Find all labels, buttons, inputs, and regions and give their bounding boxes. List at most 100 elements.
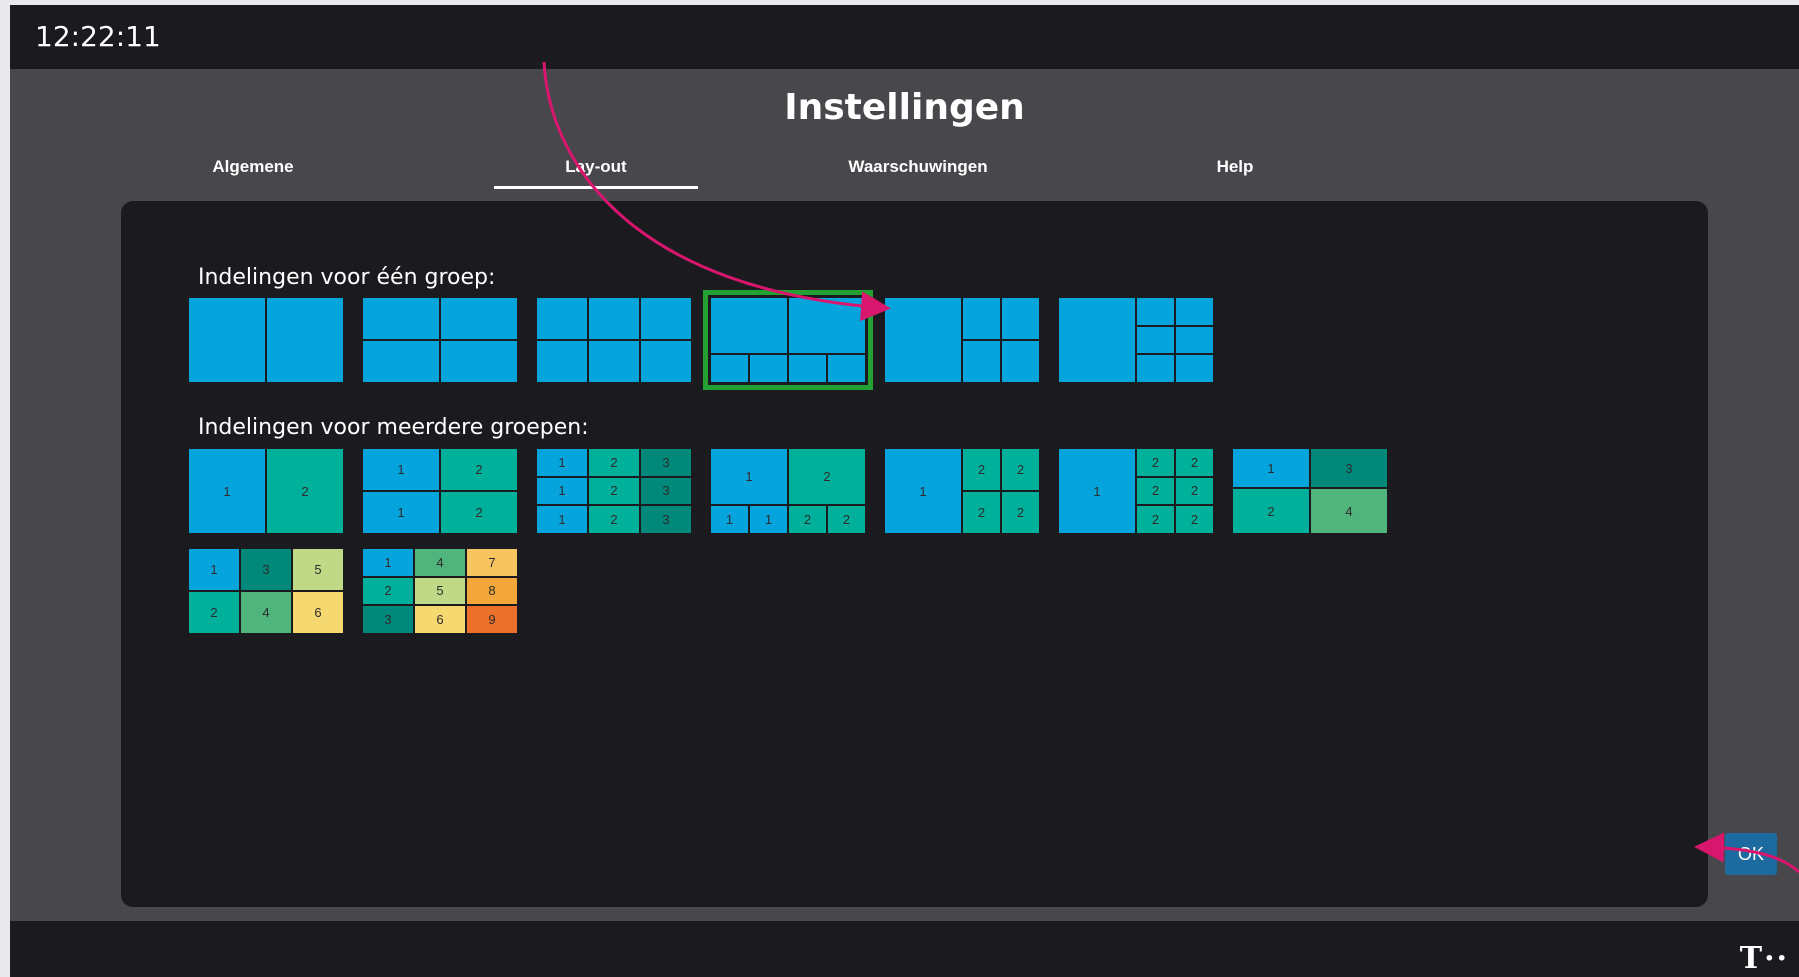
layout-cell: 8 bbox=[467, 577, 517, 605]
tab-lay-out[interactable]: Lay-out bbox=[491, 157, 701, 177]
layout-cell: 2 bbox=[789, 449, 865, 504]
layout-cell bbox=[641, 298, 691, 339]
layout-cell: 1 bbox=[537, 477, 587, 505]
layout-cell: 3 bbox=[641, 449, 691, 476]
single-layout-option-5[interactable] bbox=[885, 298, 1039, 382]
layout-cell bbox=[828, 355, 865, 382]
layout-cell: 2 bbox=[441, 492, 517, 533]
single-layout-option-1[interactable] bbox=[189, 298, 343, 382]
layout-cell bbox=[885, 298, 961, 382]
app-window: 12:22:11 Instellingen Algemene Lay-out W… bbox=[10, 5, 1799, 977]
layout-cell: 9 bbox=[467, 606, 517, 633]
layout-cell: 1 bbox=[1233, 449, 1309, 487]
layout-cell bbox=[1176, 326, 1213, 354]
layout-cell bbox=[189, 298, 265, 382]
single-layout-option-2[interactable] bbox=[363, 298, 517, 382]
layout-cell: 1 bbox=[750, 506, 787, 533]
layout-cell: 5 bbox=[415, 577, 465, 605]
layout-cell bbox=[537, 341, 587, 382]
multi-layout-option-5[interactable]: 12222 bbox=[885, 449, 1039, 533]
layout-cell: 3 bbox=[641, 477, 691, 505]
layout-cell bbox=[1002, 298, 1039, 339]
layout-cell bbox=[363, 298, 439, 339]
tab-waarschuwingen[interactable]: Waarschuwingen bbox=[813, 157, 1023, 177]
layout-cell bbox=[1137, 298, 1174, 325]
layout-cell bbox=[963, 341, 1000, 382]
top-bar: 12:22:11 bbox=[10, 5, 1799, 69]
layout-cell: 2 bbox=[441, 449, 517, 490]
layout-cell bbox=[789, 355, 826, 382]
layout-cell: 2 bbox=[828, 506, 865, 533]
layout-cell: 2 bbox=[189, 592, 239, 633]
tab-help[interactable]: Help bbox=[1130, 157, 1340, 177]
layout-cell bbox=[1137, 326, 1174, 354]
layout-cell bbox=[267, 298, 343, 382]
layout-cell: 2 bbox=[1176, 506, 1213, 533]
layout-cell bbox=[711, 355, 748, 382]
layout-cell: 6 bbox=[293, 592, 343, 633]
layout-cell: 6 bbox=[415, 606, 465, 633]
multi-layout-option-7[interactable]: 1324 bbox=[1233, 449, 1387, 533]
layout-cell: 3 bbox=[241, 549, 291, 590]
layout-cell: 3 bbox=[363, 606, 413, 633]
multi-layout-option-3[interactable]: 111222333 bbox=[537, 449, 691, 533]
layout-cell bbox=[789, 298, 865, 353]
layout-cell: 2 bbox=[1002, 492, 1039, 533]
layout-cell: 2 bbox=[1137, 506, 1174, 533]
multi-layout-option-row2-1[interactable]: 123456 bbox=[189, 549, 343, 633]
layout-cell: 3 bbox=[641, 506, 691, 533]
layout-cell: 1 bbox=[363, 449, 439, 490]
layout-cell: 1 bbox=[537, 506, 587, 533]
multi-layout-option-1[interactable]: 12 bbox=[189, 449, 343, 533]
layout-cell: 7 bbox=[467, 549, 517, 576]
layout-cell bbox=[963, 298, 1000, 339]
layout-cell bbox=[537, 298, 587, 339]
ok-button[interactable]: OK bbox=[1725, 833, 1777, 875]
layout-cell bbox=[750, 355, 787, 382]
single-group-heading: Indelingen voor één groep: bbox=[198, 265, 496, 290]
layout-cell: 2 bbox=[589, 477, 639, 505]
multi-group-heading: Indelingen voor meerdere groepen: bbox=[198, 415, 589, 440]
layout-cell: 2 bbox=[1176, 449, 1213, 476]
bottom-bar: T·· bbox=[10, 921, 1799, 977]
layout-cell: 5 bbox=[293, 549, 343, 590]
single-layout-option-6[interactable] bbox=[1059, 298, 1213, 382]
layout-cell bbox=[641, 341, 691, 382]
layout-cell bbox=[363, 341, 439, 382]
tab-algemene[interactable]: Algemene bbox=[148, 157, 358, 177]
layout-cell: 1 bbox=[537, 449, 587, 476]
layout-cell: 2 bbox=[589, 449, 639, 476]
layout-cell: 2 bbox=[1176, 477, 1213, 505]
layout-cell: 1 bbox=[363, 492, 439, 533]
layout-cell: 2 bbox=[1137, 449, 1174, 476]
layout-cell bbox=[1002, 341, 1039, 382]
multi-layout-option-row2-2[interactable]: 123 456 789 bbox=[363, 549, 517, 633]
layout-cell: 4 bbox=[1311, 489, 1387, 533]
multi-layout-option-4[interactable]: 121122 bbox=[711, 449, 865, 533]
multi-layout-option-6[interactable]: 1222222 bbox=[1059, 449, 1213, 533]
multi-layout-option-2[interactable]: 1122 bbox=[363, 449, 517, 533]
layout-cell: 4 bbox=[415, 549, 465, 576]
layout-cell: 2 bbox=[363, 577, 413, 605]
layout-cell: 1 bbox=[189, 449, 265, 533]
layout-cell: 1 bbox=[1059, 449, 1135, 533]
layout-cell bbox=[589, 341, 639, 382]
layout-cell: 2 bbox=[1002, 449, 1039, 490]
layout-cell: 1 bbox=[189, 549, 239, 590]
layout-cell bbox=[1137, 355, 1174, 382]
page-title: Instellingen bbox=[784, 87, 1025, 128]
layout-cell bbox=[589, 298, 639, 339]
layout-cell: 2 bbox=[963, 449, 1000, 490]
layout-cell: 2 bbox=[963, 492, 1000, 533]
single-layout-option-4[interactable] bbox=[703, 290, 873, 390]
clock: 12:22:11 bbox=[35, 20, 161, 53]
layout-cell: 1 bbox=[711, 449, 787, 504]
layout-cell bbox=[1059, 298, 1135, 382]
telekom-logo-icon: T·· bbox=[1739, 941, 1789, 976]
layout-cell: 2 bbox=[589, 506, 639, 533]
layout-cell bbox=[1176, 355, 1213, 382]
single-layout-option-3[interactable] bbox=[537, 298, 691, 382]
layout-cell: 2 bbox=[267, 449, 343, 533]
layout-cell bbox=[441, 341, 517, 382]
layout-cell: 2 bbox=[789, 506, 826, 533]
